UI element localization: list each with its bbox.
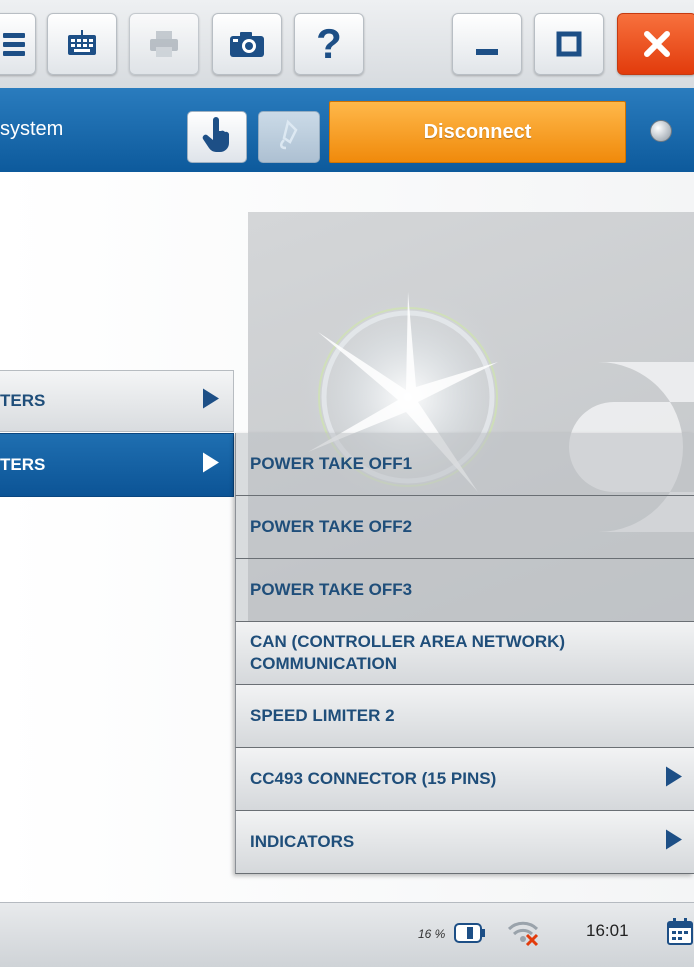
status-led-icon	[650, 120, 672, 142]
menu-item-parameters[interactable]: TERS	[0, 370, 234, 432]
chevron-right-icon	[666, 829, 682, 855]
submenu-item-power-take-off2[interactable]: POWER TAKE OFF2	[235, 496, 694, 559]
printer-icon	[147, 29, 181, 59]
submenu-item-indicators[interactable]: INDICATORS	[235, 811, 694, 874]
maximize-button[interactable]	[534, 13, 604, 75]
submenu-item-label: CAN (CONTROLLER AREA NETWORK) COMMUNICAT…	[250, 632, 566, 673]
help-button[interactable]: ?	[294, 13, 364, 75]
menu-item-label: TERS	[0, 455, 46, 474]
keyboard-button[interactable]	[47, 13, 117, 75]
touch-mode-button[interactable]	[187, 111, 247, 163]
submenu-item-power-take-off3[interactable]: POWER TAKE OFF3	[235, 559, 694, 622]
minimize-button[interactable]	[452, 13, 522, 75]
close-icon	[642, 29, 672, 59]
battery-icon	[454, 922, 486, 949]
submenu-item-label: POWER TAKE OFF2	[250, 517, 413, 536]
clock: 16:01	[586, 921, 629, 940]
menu-item-active[interactable]: TERS	[0, 433, 234, 497]
camera-icon	[228, 29, 266, 59]
submenu-item-label: INDICATORS	[250, 832, 355, 851]
minimize-icon	[472, 29, 502, 59]
disconnect-button[interactable]: Disconnect	[329, 101, 626, 163]
hand-pointer-icon	[201, 116, 233, 158]
submenu-item-label: POWER TAKE OFF3	[250, 580, 413, 599]
pen-icon	[274, 118, 304, 157]
calendar-icon[interactable]	[666, 917, 694, 952]
submenu-item-label: SPEED LIMITER 2	[250, 706, 395, 725]
help-icon: ?	[316, 20, 342, 67]
chevron-right-icon	[203, 388, 219, 414]
menu-button[interactable]	[0, 13, 36, 75]
toolbar: ?	[0, 0, 694, 88]
network-disconnected-icon[interactable]	[505, 917, 541, 952]
close-button[interactable]	[617, 13, 694, 75]
screenshot-button[interactable]	[212, 13, 282, 75]
status-bar: 16 % 16:01	[0, 902, 694, 967]
submenu-item-cc493-connector[interactable]: CC493 CONNECTOR (15 PINS)	[235, 748, 694, 811]
chevron-right-icon	[203, 452, 219, 478]
maximize-icon	[554, 29, 584, 59]
submenu-item-power-take-off1[interactable]: POWER TAKE OFF1	[235, 433, 694, 496]
battery-percent: 16 %	[418, 927, 446, 941]
menu-icon	[3, 31, 33, 57]
menu-item-label: TERS	[0, 391, 46, 410]
submenu-item-label: CC493 CONNECTOR (15 PINS)	[250, 769, 497, 788]
submenu-item-label: POWER TAKE OFF1	[250, 454, 413, 473]
submenu-item-speed-limiter-2[interactable]: SPEED LIMITER 2	[235, 685, 694, 748]
submenu-item-can-communication[interactable]: CAN (CONTROLLER AREA NETWORK) COMMUNICAT…	[235, 622, 694, 685]
keyboard-icon	[65, 29, 99, 59]
window-title: system	[0, 118, 64, 140]
submenu: POWER TAKE OFF1 POWER TAKE OFF2 POWER TA…	[235, 433, 694, 874]
chevron-right-icon	[666, 766, 682, 792]
print-button[interactable]	[129, 13, 199, 75]
pen-mode-button[interactable]	[258, 111, 320, 163]
